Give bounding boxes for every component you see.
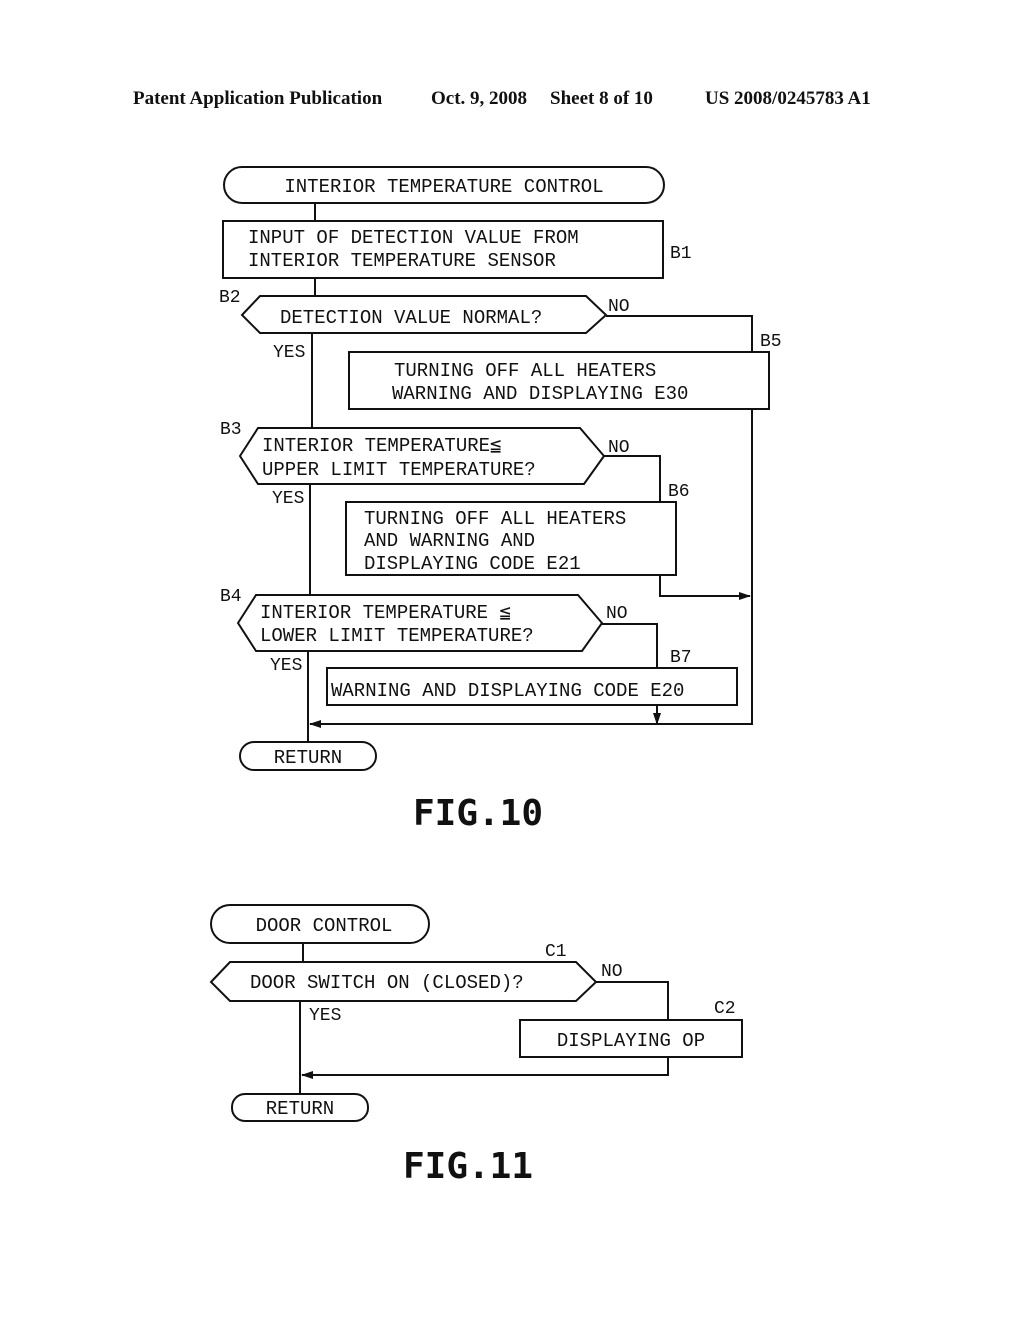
no-label: NO [601, 962, 623, 982]
fig10-start-terminator: INTERIOR TEMPERATURE CONTROL [223, 166, 665, 204]
step-id: B7 [670, 648, 692, 668]
step-id: C1 [545, 942, 567, 962]
step-b5: TURNING OFF ALL HEATERS WARNING AND DISP… [348, 332, 782, 410]
step-b6: TURNING OFF ALL HEATERS AND WARNING AND … [345, 482, 690, 576]
yes-label: YES [270, 656, 302, 676]
connector-b2-no-b5 [606, 315, 753, 352]
decision-text: DOOR SWITCH ON (CLOSED)? [250, 972, 524, 994]
fig10-flowchart: INTERIOR TEMPERATURE CONTROL INPUT OF DE… [219, 166, 782, 834]
decision-text-line: INTERIOR TEMPERATURE ≦ [260, 602, 511, 624]
step-id: B4 [220, 587, 242, 607]
step-text: DISPLAYING OP [557, 1030, 705, 1052]
step-b7: WARNING AND DISPLAYING CODE E20 B7 [326, 648, 738, 706]
fig11-start-terminator: DOOR CONTROL [210, 904, 430, 944]
figure-caption: FIG.11 [403, 1146, 533, 1187]
flowchart-canvas: INTERIOR TEMPERATURE CONTROL INPUT OF DE… [209, 166, 782, 1187]
connector-c2-return [301, 1057, 669, 1079]
step-text-line: AND WARNING AND [364, 530, 535, 552]
no-label: NO [606, 604, 628, 624]
connector-b3-no-b6 [604, 455, 661, 502]
step-id: B6 [668, 482, 690, 502]
return-label: RETURN [266, 1098, 334, 1120]
step-b1: INPUT OF DETECTION VALUE FROM INTERIOR T… [222, 220, 692, 279]
yes-label: YES [272, 489, 304, 509]
step-id: B5 [760, 332, 782, 352]
figure-caption: FIG.10 [413, 793, 543, 834]
decision-b4: INTERIOR TEMPERATURE ≦ LOWER LIMIT TEMPE… [220, 587, 628, 676]
no-label: NO [608, 297, 630, 317]
decision-text-line: LOWER LIMIT TEMPERATURE? [260, 625, 534, 647]
step-text: WARNING AND DISPLAYING CODE E20 [331, 680, 684, 702]
yes-label: YES [273, 343, 305, 363]
step-text-line: TURNING OFF ALL HEATERS [394, 360, 656, 382]
step-id: C2 [714, 999, 736, 1019]
decision-b3: INTERIOR TEMPERATURE≦ UPPER LIMIT TEMPER… [220, 420, 630, 509]
step-id: B1 [670, 244, 692, 264]
decision-text: DETECTION VALUE NORMAL? [280, 307, 542, 329]
start-label: INTERIOR TEMPERATURE CONTROL [284, 176, 603, 198]
decision-text-line: INTERIOR TEMPERATURE≦ [262, 435, 501, 457]
step-text-line: INPUT OF DETECTION VALUE FROM [248, 227, 579, 249]
step-text-line: WARNING AND DISPLAYING E30 [392, 383, 688, 405]
step-id: B2 [219, 288, 241, 308]
connector-c1-no-c2 [596, 981, 669, 1020]
step-text-line: DISPLAYING CODE E21 [364, 553, 581, 575]
yes-label: YES [309, 1006, 341, 1026]
start-label: DOOR CONTROL [256, 915, 393, 937]
step-c2: DISPLAYING OP C2 [519, 999, 743, 1058]
connector-b6-merge [659, 576, 751, 600]
decision-text-line: UPPER LIMIT TEMPERATURE? [262, 459, 536, 481]
step-text-line: TURNING OFF ALL HEATERS [364, 508, 626, 530]
step-text-line: INTERIOR TEMPERATURE SENSOR [248, 250, 556, 272]
step-id: B3 [220, 420, 242, 440]
decision-c1: DOOR SWITCH ON (CLOSED)? C1 YES NO [209, 942, 623, 1026]
fig11-flowchart: DOOR CONTROL DOOR SWITCH ON (CLOSED)? C1… [209, 904, 743, 1187]
return-label: RETURN [274, 747, 342, 769]
connector-b4-no-b7 [602, 623, 658, 668]
fig11-return-terminator: RETURN [231, 1093, 369, 1122]
fig10-return-terminator: RETURN [239, 741, 377, 771]
no-label: NO [608, 438, 630, 458]
